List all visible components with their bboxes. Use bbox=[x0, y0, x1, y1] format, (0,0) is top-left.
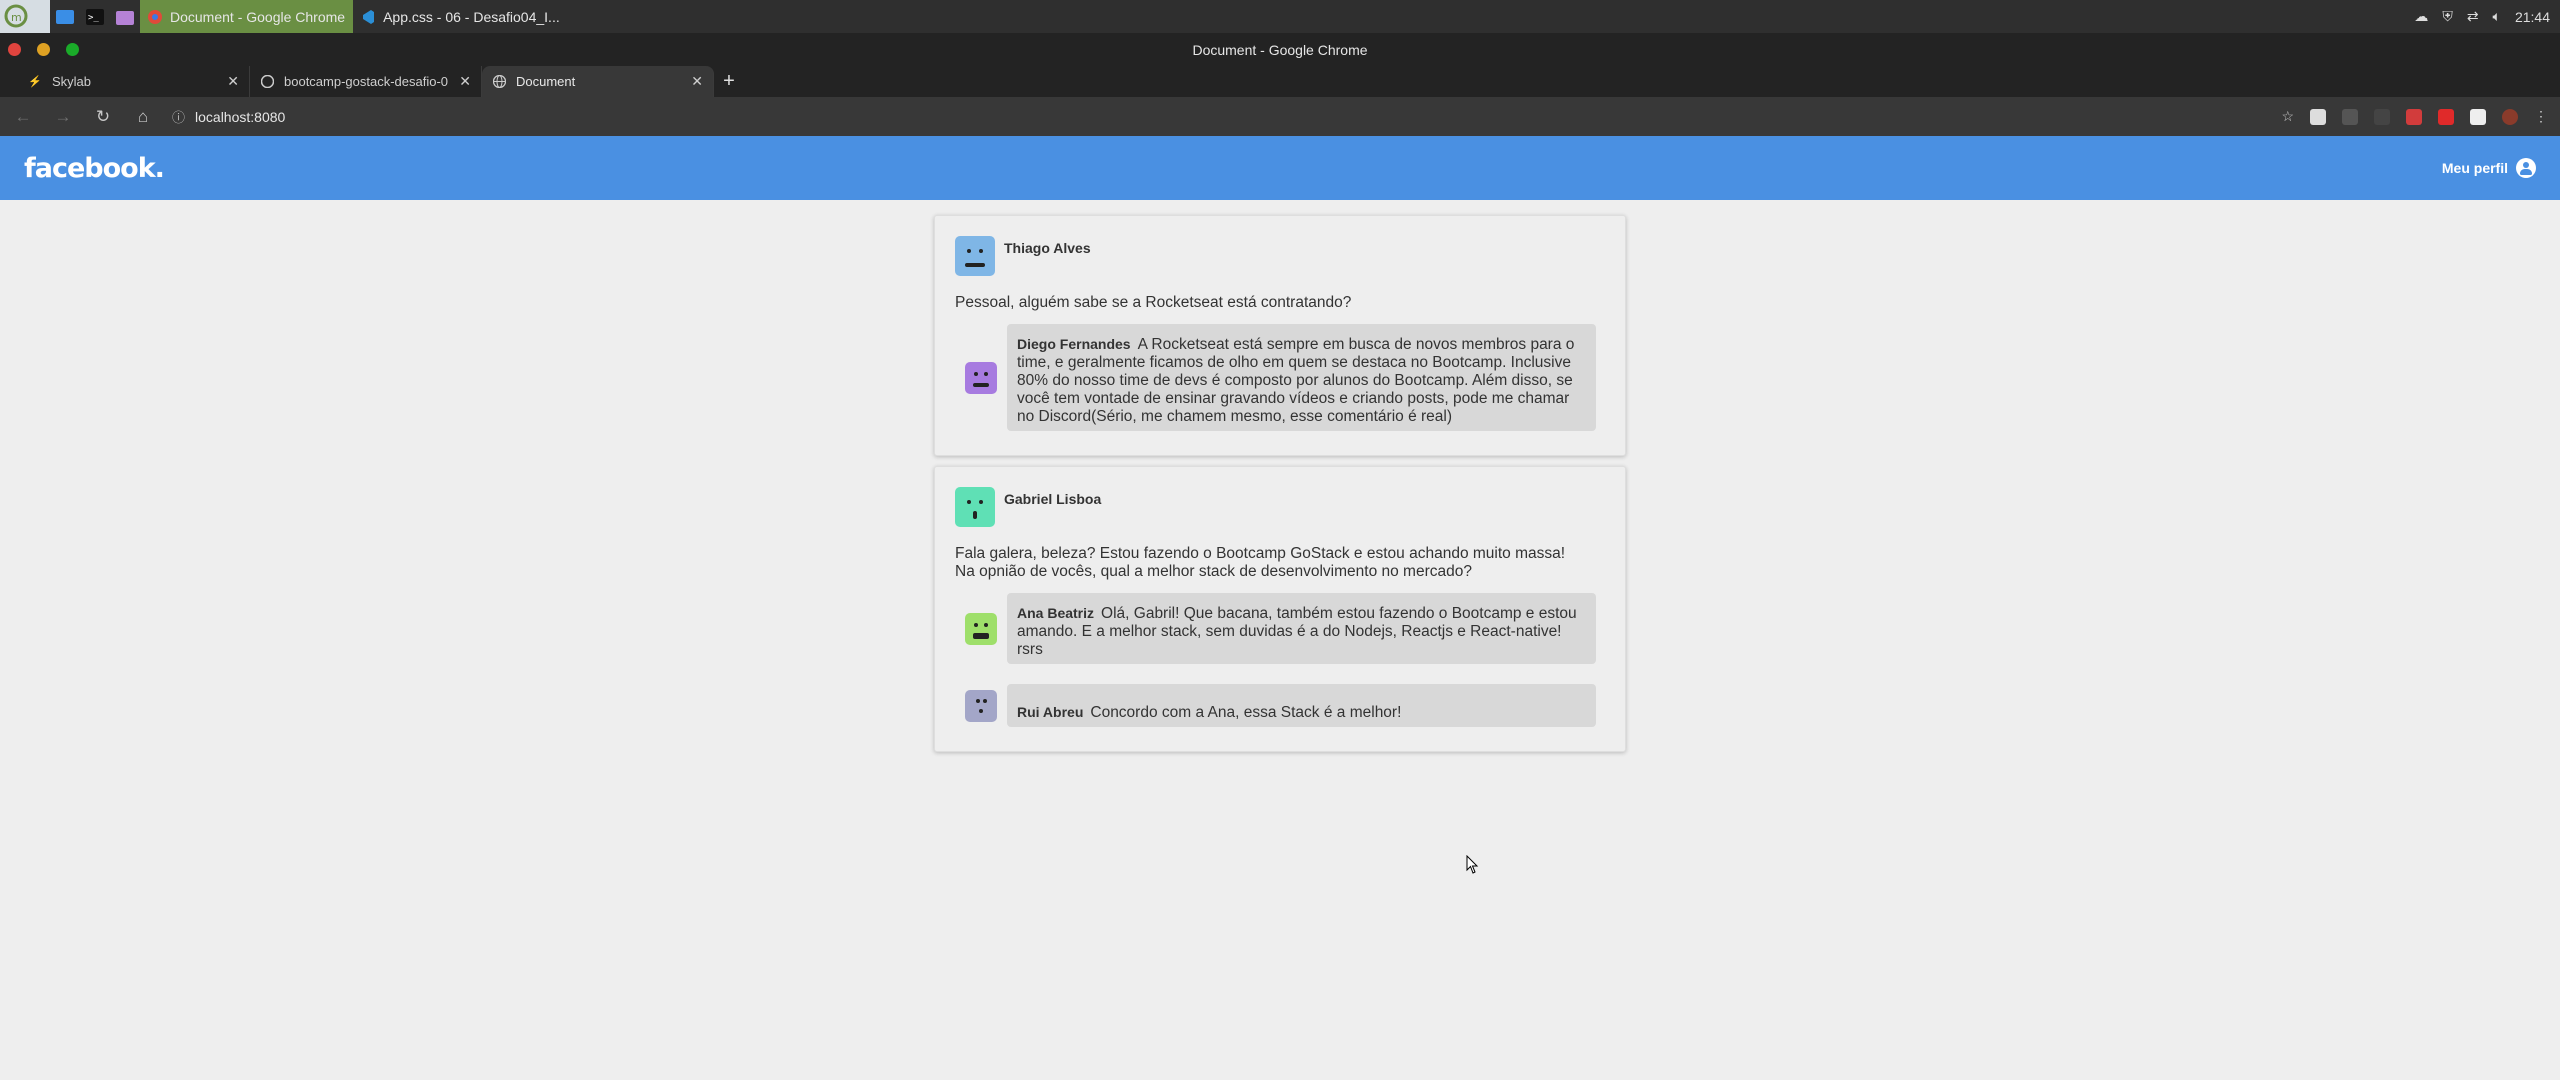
forward-icon[interactable]: → bbox=[52, 107, 74, 127]
tab-title: Skylab bbox=[52, 74, 92, 89]
skylab-favicon-icon: ⚡ bbox=[28, 76, 42, 88]
avatar[interactable] bbox=[955, 236, 995, 276]
post-card: Gabriel Lisboa Fala galera, beleza? Esto… bbox=[934, 466, 1626, 752]
volume-icon[interactable]: 🔈︎ bbox=[2493, 8, 2501, 25]
comment-body: Diego Fernandes A Rocketseat está sempre … bbox=[1007, 324, 1596, 431]
back-icon[interactable]: ← bbox=[12, 107, 34, 127]
taskbar-window-vscode[interactable]: App.css - 06 - Desafio04_I... bbox=[353, 0, 568, 33]
post-card: Thiago Alves Pessoal, alguém sabe se a R… bbox=[934, 215, 1626, 456]
vscode-icon bbox=[363, 9, 375, 24]
clock[interactable]: 21:44 bbox=[2515, 9, 2550, 25]
tab-skylab[interactable]: ⚡ Skylab ✕ bbox=[18, 66, 250, 97]
profile-label: Meu perfil bbox=[2441, 160, 2508, 176]
taskbar-window-label: App.css - 06 - Desafio04_I... bbox=[383, 8, 560, 25]
profile-link[interactable]: Meu perfil bbox=[2442, 158, 2536, 178]
tab-strip: ⚡ Skylab ✕ bootcamp-gostack-desafio-0 ✕ … bbox=[0, 66, 2560, 97]
minimize-window-button[interactable] bbox=[37, 43, 50, 56]
close-icon[interactable]: ✕ bbox=[227, 73, 239, 90]
tab-document[interactable]: Document ✕ bbox=[482, 66, 714, 97]
post-header: Gabriel Lisboa bbox=[955, 487, 1605, 527]
svg-text:m: m bbox=[11, 11, 22, 24]
desktop-icon[interactable] bbox=[50, 0, 80, 33]
page-content: facebook. Meu perfil Thiago Alves Pessoa… bbox=[0, 136, 2560, 1080]
post-text: Fala galera, beleza? Estou fazendo o Boo… bbox=[955, 545, 1605, 581]
globe-icon bbox=[492, 75, 506, 89]
post-list: Thiago Alves Pessoal, alguém sabe se a R… bbox=[934, 215, 1626, 762]
extension-icon[interactable] bbox=[2406, 108, 2422, 125]
network-icon[interactable]: ⇄ bbox=[2467, 8, 2479, 25]
window-titlebar: Document - Google Chrome bbox=[0, 33, 2560, 66]
os-taskbar: m >_ Document - Google Chrome App.css - … bbox=[0, 0, 2560, 33]
new-tab-button[interactable]: + bbox=[714, 66, 744, 97]
avatar[interactable] bbox=[965, 612, 997, 645]
post-text-line: Fala galera, beleza? Estou fazendo o Boo… bbox=[955, 545, 1566, 562]
avatar[interactable] bbox=[955, 487, 995, 527]
user-circle-icon bbox=[2516, 158, 2536, 178]
maximize-window-button[interactable] bbox=[66, 43, 79, 56]
tab-title: Document bbox=[516, 74, 576, 89]
post-author[interactable]: Thiago Alves bbox=[1004, 240, 1091, 256]
github-favicon-icon bbox=[260, 75, 274, 89]
avatar[interactable] bbox=[965, 361, 997, 394]
mouse-cursor-icon bbox=[1466, 855, 1479, 874]
comment: Ana Beatriz Olá, Gabril! Que bacana, tamb… bbox=[955, 593, 1605, 664]
comment: Rui Abreu Concordo com a Ana, essa Stack … bbox=[955, 684, 1605, 727]
address-bar[interactable]: ⓘ localhost:8080 bbox=[172, 102, 2263, 132]
cloud-icon[interactable]: ☁ bbox=[2414, 8, 2428, 25]
comment-text: Olá, Gabril! Que bacana, também estou fa… bbox=[1017, 605, 1577, 658]
svg-text:>_: >_ bbox=[88, 13, 99, 23]
window-title: Document - Google Chrome bbox=[1192, 41, 1368, 58]
comment-body: Rui Abreu Concordo com a Ana, essa Stack … bbox=[1007, 684, 1596, 727]
start-menu-button[interactable]: m bbox=[0, 0, 50, 33]
youtube-icon[interactable] bbox=[2438, 108, 2454, 125]
post-text: Pessoal, alguém sabe se a Rocketseat est… bbox=[955, 294, 1352, 311]
bookmark-star-icon[interactable]: ☆ bbox=[2281, 108, 2294, 125]
comment-text: Concordo com a Ana, essa Stack é a melho… bbox=[1090, 704, 1402, 721]
comment-list: Diego Fernandes A Rocketseat está sempre … bbox=[955, 324, 1605, 431]
avatar[interactable] bbox=[965, 689, 997, 722]
app-header: facebook. Meu perfil bbox=[0, 136, 2560, 200]
comment-author[interactable]: Diego Fernandes bbox=[1017, 336, 1131, 352]
taskbar-window-chrome[interactable]: Document - Google Chrome bbox=[140, 0, 354, 33]
post-header: Thiago Alves bbox=[955, 236, 1605, 276]
chrome-icon bbox=[148, 9, 162, 24]
taskbar-window-label: Document - Google Chrome bbox=[170, 8, 346, 25]
user-avatar-icon[interactable] bbox=[2502, 108, 2518, 125]
post-author[interactable]: Gabriel Lisboa bbox=[1004, 491, 1101, 507]
extension-icon[interactable] bbox=[2310, 108, 2326, 125]
logo[interactable]: facebook. bbox=[24, 153, 165, 184]
reload-icon[interactable]: ↻ bbox=[92, 107, 114, 127]
close-icon[interactable]: ✕ bbox=[459, 73, 471, 90]
browser-toolbar: ← → ↻ ⌂ ⓘ localhost:8080 ☆ ⋮ bbox=[0, 97, 2560, 136]
terminal-icon[interactable]: >_ bbox=[80, 0, 110, 33]
extension-icon[interactable] bbox=[2374, 108, 2390, 125]
tab-title: bootcamp-gostack-desafio-0 bbox=[284, 74, 449, 89]
post-text-line: Na opnião de vocês, qual a melhor stack … bbox=[955, 563, 1472, 580]
comment: Diego Fernandes A Rocketseat está sempre … bbox=[955, 324, 1605, 431]
notion-icon[interactable] bbox=[2470, 108, 2486, 125]
tab-github[interactable]: bootcamp-gostack-desafio-0 ✕ bbox=[250, 66, 482, 97]
comment-author[interactable]: Ana Beatriz bbox=[1017, 605, 1094, 621]
comment-list: Ana Beatriz Olá, Gabril! Que bacana, tamb… bbox=[955, 593, 1605, 727]
files-icon[interactable] bbox=[110, 0, 140, 33]
comment-body: Ana Beatriz Olá, Gabril! Que bacana, tamb… bbox=[1007, 593, 1596, 664]
home-icon[interactable]: ⌂ bbox=[132, 107, 154, 127]
info-icon[interactable]: ⓘ bbox=[172, 107, 185, 126]
shield-icon[interactable]: ⛨ bbox=[2442, 8, 2453, 25]
close-icon[interactable]: ✕ bbox=[691, 73, 703, 90]
extension-icon[interactable] bbox=[2342, 108, 2358, 125]
comment-author[interactable]: Rui Abreu bbox=[1017, 704, 1083, 720]
menu-kebab-icon[interactable]: ⋮ bbox=[2534, 108, 2548, 125]
close-window-button[interactable] bbox=[8, 43, 21, 56]
url-text: localhost:8080 bbox=[195, 108, 286, 125]
